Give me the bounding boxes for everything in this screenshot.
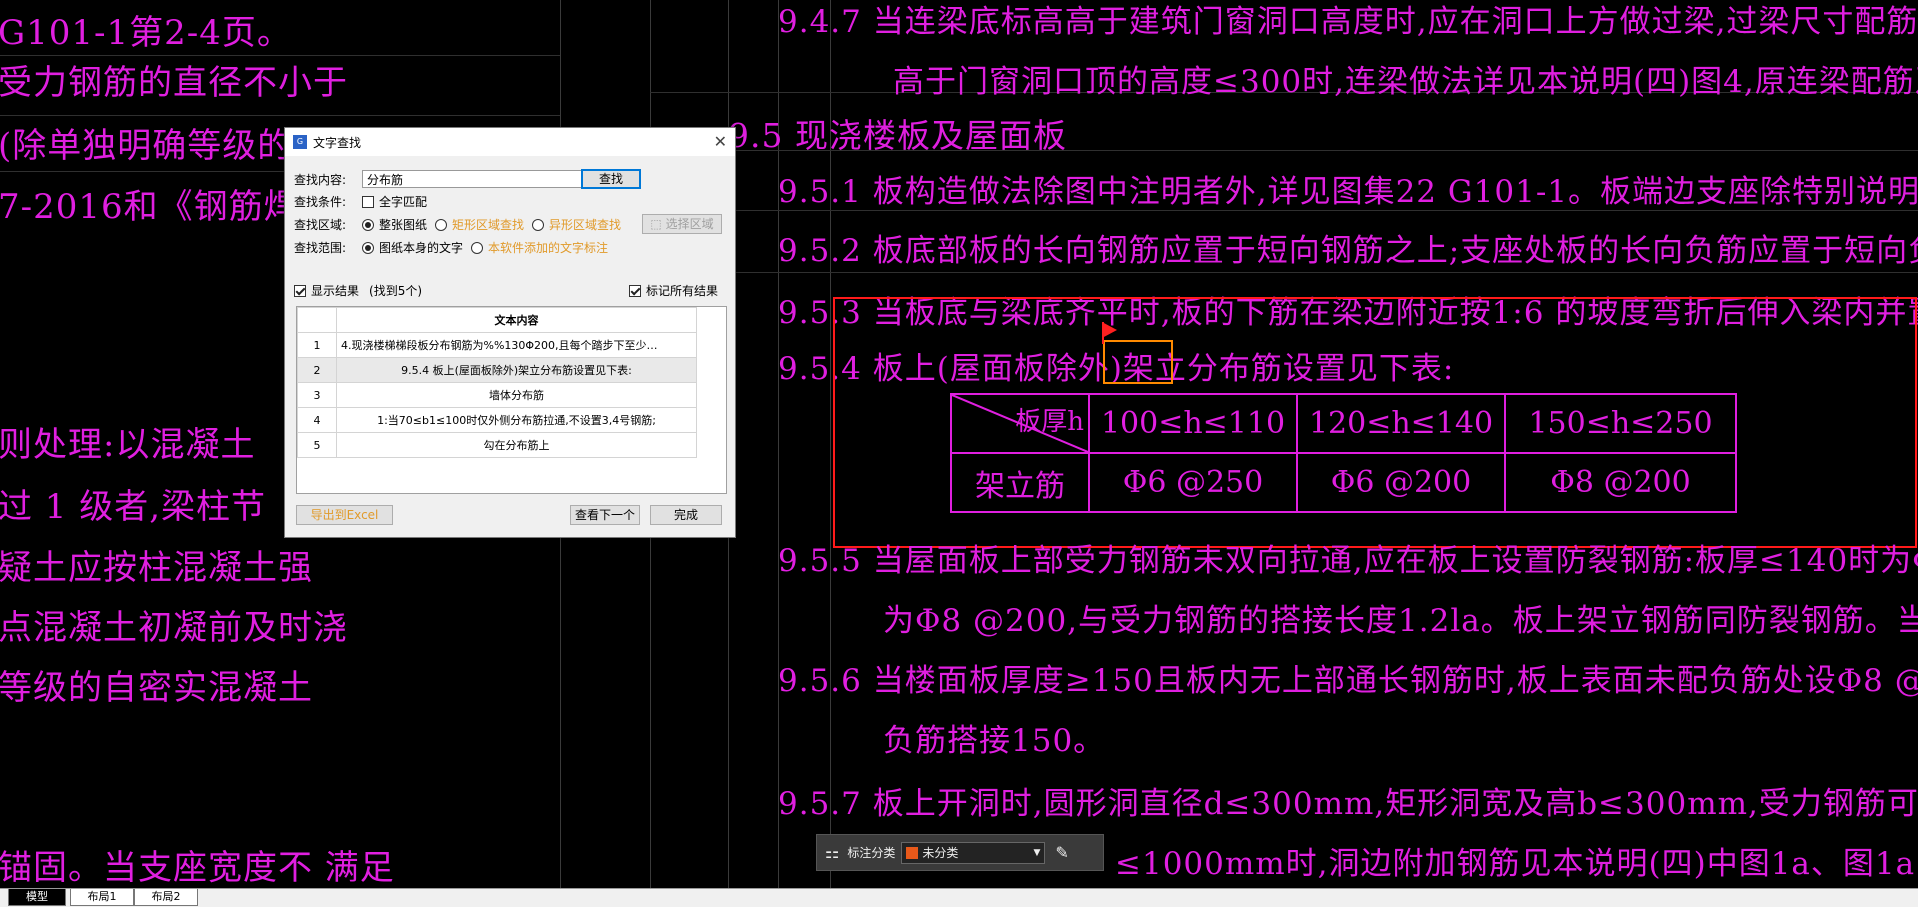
scope-added-radio[interactable]: [471, 241, 484, 254]
grid-line: [0, 115, 560, 116]
mark-all-checkbox[interactable]: [629, 284, 641, 297]
result-number: 3: [297, 382, 337, 408]
mark-all-label: 标记所有结果: [646, 284, 719, 298]
cad-text: 9.4.7 当连梁底标高高于建筑门窗洞口高度时,应在洞口上方做过梁,过梁尺寸配筋…: [778, 4, 1918, 40]
cad-text: 点混凝土初凝前及时浇: [0, 608, 348, 648]
search-highlight-box: [1103, 340, 1173, 384]
condition-label: 查找条件:: [294, 195, 347, 209]
cad-text: G101-1第2-4页。: [0, 13, 292, 53]
scope-row: 查找范围: 图纸本身的文字 本软件添加的文字标注: [294, 239, 608, 256]
search-input[interactable]: 分布筋 ▼: [362, 170, 612, 188]
area-irregular-label: 异形区域查找: [549, 218, 622, 232]
done-button[interactable]: 完成: [650, 505, 722, 525]
tab-layout2[interactable]: 布局2: [134, 889, 198, 906]
full-match-checkbox[interactable]: [362, 195, 374, 208]
app-icon: G: [293, 135, 307, 149]
layout-tabs: 模型 布局1 布局2: [0, 888, 1918, 907]
table-row[interactable]: 5 勾在分布筋上: [297, 432, 697, 458]
cad-text: 7-2016和《钢筋焊: [0, 187, 299, 227]
cad-text: 锚固。当支座宽度不 满足: [0, 848, 395, 888]
area-whole-radio[interactable]: [362, 218, 374, 231]
condition-row: 查找条件: 全字匹配: [294, 193, 427, 210]
table-row[interactable]: 1 4.现浇楼梯梯段板分布钢筋为%%130Φ200,且每个踏步下至少…: [297, 332, 697, 358]
category-color-swatch: [906, 846, 919, 859]
cad-text: 疑土应按柱混凝土强: [0, 548, 313, 588]
table-row[interactable]: 2 9.5.4 板上(屋面板除外)架立分布筋设置见下表:: [297, 357, 697, 383]
export-excel-button[interactable]: 导出到Excel: [296, 505, 393, 525]
show-results-label: 显示结果: [311, 284, 360, 298]
annotation-category-label: 标注分类: [847, 846, 896, 860]
chevron-down-icon[interactable]: ▼: [1033, 848, 1040, 858]
cad-text: 高于门窗洞口顶的高度≤300时,连梁做法详见本说明(四)图4,原连梁配筋及高度不…: [893, 64, 1918, 100]
results-table: 文本内容 1 4.现浇楼梯梯段板分布钢筋为%%130Φ200,且每个踏步下至少……: [297, 307, 697, 458]
area-irregular-radio[interactable]: [532, 218, 545, 231]
mark-all-row: 标记所有结果: [629, 282, 718, 299]
scope-drawing-label: 图纸本身的文字: [379, 241, 464, 255]
show-results-checkbox[interactable]: [294, 284, 306, 297]
table-row[interactable]: 4 1:当70≤b1≤100时仅外侧分布筋拉通,不设置3,4号钢筋;: [297, 407, 697, 433]
result-number: 1: [297, 332, 337, 358]
annotation-category-select[interactable]: 未分类 ▼: [901, 841, 1046, 864]
cad-text: 负筋搭接150。: [883, 723, 1106, 759]
search-value: 分布筋: [367, 172, 404, 187]
scope-drawing-radio[interactable]: [362, 241, 374, 254]
dialog-titlebar[interactable]: G 文字查找: [285, 128, 735, 156]
results-header: 文本内容: [336, 307, 697, 333]
dialog-title: 文字查找: [313, 135, 362, 150]
scope-label: 查找范围:: [294, 241, 347, 255]
find-button[interactable]: 查找: [581, 169, 641, 189]
select-area-label: 选择区域: [665, 217, 714, 231]
full-match-label: 全字匹配: [379, 195, 428, 209]
results-num-header: [297, 307, 337, 333]
area-row: 查找区域: 整张图纸 矩形区域查找 异形区域查找: [294, 216, 621, 233]
cad-text: 9.5.5 当屋面板上部受力钢筋未双向拉通,应在板上设置防裂钢筋:板厚≤140时…: [778, 543, 1918, 579]
tab-layout1[interactable]: 布局1: [70, 889, 134, 906]
cad-text: 9.5.1 板构造做法除图中注明者外,详见图集22 G101-1。板端边支座除特…: [778, 174, 1918, 210]
area-whole-label: 整张图纸: [379, 218, 428, 232]
result-text: 4.现浇楼梯梯段板分布钢筋为%%130Φ200,且每个踏步下至少…: [336, 332, 697, 358]
cad-text: 为Φ8 @200,与受力钢筋的搭接长度1.2la。板上架立钢筋同防裂钢筋。当板厚…: [883, 603, 1918, 639]
grid-icon[interactable]: ⚏: [825, 843, 839, 862]
table-row[interactable]: 3 墙体分布筋: [297, 382, 697, 408]
cad-text: 则处理:以混凝土: [0, 425, 256, 465]
found-count: (找到5个): [369, 284, 423, 298]
edit-icon[interactable]: ✎: [1055, 843, 1068, 862]
cad-text: ≤1000mm时,洞边附加钢筋见本说明(四)中图1a、图1a'。圆形洞300mm…: [1115, 846, 1918, 882]
result-text: 墙体分布筋: [336, 382, 697, 408]
category-value: 未分类: [922, 846, 959, 860]
cad-text: 9.5.6 当楼面板厚度≥150且板内无上部通长钢筋时,板上表面未配负筋处设Φ8…: [778, 663, 1918, 699]
scope-added-label: 本软件添加的文字标注: [488, 241, 609, 255]
cad-text: 9.5.7 板上开洞时,圆形洞直径d≤300mm,矩形洞宽及高b≤300mm,受…: [778, 786, 1918, 822]
result-number: 4: [297, 407, 337, 433]
result-number: 2: [297, 357, 337, 383]
area-rect-label: 矩形区域查找: [452, 218, 525, 232]
selection-rectangle: [833, 297, 1917, 548]
area-label: 查找区域:: [294, 218, 347, 232]
result-number: 5: [297, 432, 337, 458]
result-text: 1:当70≤b1≤100时仅外侧分布筋拉通,不设置3,4号钢筋;: [336, 407, 697, 433]
close-icon[interactable]: ✕: [714, 132, 727, 151]
search-row: 查找内容: 分布筋 ▼: [294, 170, 612, 188]
tab-model[interactable]: 模型: [8, 889, 66, 906]
cad-text: 过 1 级者,梁柱节: [0, 487, 267, 527]
result-text: 勾在分布筋上: [336, 432, 697, 458]
cad-text: 9.5.2 板底部板的长向钢筋应置于短向钢筋之上;支座处板的长向负筋应置于短向负…: [778, 233, 1918, 269]
select-area-icon: ⬚: [650, 217, 662, 231]
result-marker-flag-icon: [1102, 322, 1117, 338]
cad-text: 等级的自密实混凝土: [0, 668, 313, 708]
grid-line: [650, 272, 1918, 273]
area-rect-radio[interactable]: [435, 218, 448, 231]
next-button[interactable]: 查看下一个: [570, 505, 640, 525]
results-list[interactable]: 文本内容 1 4.现浇楼梯梯段板分布钢筋为%%130Φ200,且每个踏步下至少……: [296, 306, 727, 494]
section-heading: 9.5 现浇楼板及屋面板: [728, 116, 1067, 155]
text-find-dialog[interactable]: G 文字查找 ✕ 查找内容: 分布筋 ▼ 查找 查找条件: 全字匹配 查找区域:…: [284, 127, 736, 538]
cad-text: 受力钢筋的直径不小于: [0, 63, 348, 103]
select-area-button[interactable]: ⬚ 选择区域: [642, 214, 722, 234]
search-label: 查找内容:: [294, 172, 347, 187]
results-options-row: 显示结果 (找到5个): [294, 282, 422, 299]
result-text: 9.5.4 板上(屋面板除外)架立分布筋设置见下表:: [336, 357, 697, 383]
annotation-toolbar: ⚏ 标注分类 未分类 ▼ ✎: [816, 834, 1104, 871]
